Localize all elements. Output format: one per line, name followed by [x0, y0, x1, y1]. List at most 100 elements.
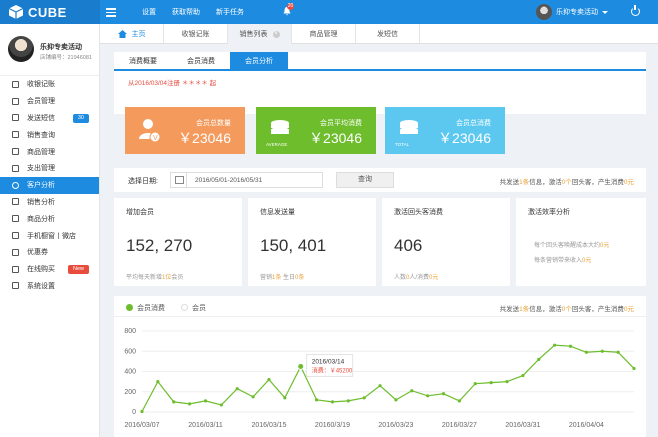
card-label: 会员总消费	[456, 120, 491, 127]
sales-query-icon	[12, 131, 19, 139]
power-icon[interactable]	[631, 5, 640, 16]
stat-value: 150, 401	[260, 236, 327, 255]
summary-text: 共发送	[499, 179, 520, 186]
tab-products[interactable]: 商品管理	[292, 24, 356, 44]
note-text: 人数	[394, 275, 407, 281]
close-icon[interactable]: ×	[272, 30, 280, 38]
sidebar-item[interactable]: 优惠券	[0, 244, 99, 261]
registration-since: 从2016/03/04注册 ＊＊＊＊ 起	[128, 80, 217, 87]
sidebar-item-label: 收银记账	[27, 81, 55, 89]
stat-title: 激活效率分析	[528, 209, 570, 216]
summary-text: 回头客，产生消费	[571, 179, 624, 186]
subtab-member-consumption[interactable]: 会员消费	[172, 52, 230, 69]
tab-cashier[interactable]: 收银记账	[164, 24, 228, 44]
tab-label: 销售列表	[239, 31, 268, 38]
sidebar-item[interactable]: 手机橱窗丨微店	[0, 227, 99, 244]
data-point	[568, 344, 573, 348]
summary-text: 信息，激活	[529, 179, 562, 186]
note-value: 0元	[582, 258, 592, 264]
sidebar-item[interactable]: 商品管理	[0, 143, 99, 160]
sidebar-item[interactable]: 系统设置	[0, 278, 99, 295]
summary-value: 0个	[561, 179, 572, 186]
tab-sales-list[interactable]: 销售列表 ×	[228, 24, 292, 44]
query-button[interactable]: 查询	[336, 172, 394, 188]
data-point	[283, 396, 287, 400]
stat-title: 信息发送量	[260, 209, 295, 216]
sidebar-item[interactable]: 商品分析	[0, 210, 99, 227]
card-sub: AVERAGE	[266, 142, 288, 147]
data-point	[362, 396, 366, 400]
x-tick-label: 2016/03/27	[442, 422, 477, 429]
note-value: 0元	[600, 243, 610, 249]
data-point	[219, 403, 223, 407]
member-icon	[12, 97, 19, 105]
sidebar-item[interactable]: 销售分析	[0, 194, 99, 211]
note-text: 生日	[281, 275, 296, 281]
data-point	[489, 381, 493, 385]
sidebar-item-label: 会员管理	[27, 98, 55, 106]
sidebar-item-label: 商品分析	[27, 215, 55, 223]
stats-row: 增加会员 152, 270 平均每天新增1位会员 信息发送量 150, 401 …	[114, 198, 646, 286]
analysis-panel: 消费概要 会员消费 会员分析 从2016/03/04注册 ＊＊＊＊ 起	[114, 52, 646, 114]
sidebar-item-label: 手机橱窗丨微店	[27, 232, 76, 240]
sidebar-item[interactable]: 发送短信 30	[0, 110, 99, 127]
sidebar-item-label: 在线购买	[27, 266, 55, 274]
data-point	[346, 399, 350, 403]
sidebar-item[interactable]: 客户分析	[0, 176, 99, 194]
data-point	[267, 378, 271, 382]
sidebar-item[interactable]: 收银记账	[0, 76, 99, 93]
stat-returning-customers: 激活回头客消费 406 人数0人/消费0元	[382, 198, 510, 286]
x-tick-label: 2016/04/04	[569, 422, 604, 429]
user-name: 乐抑专卖活动	[556, 9, 598, 16]
nav-help[interactable]: 获取帮助	[172, 7, 200, 17]
sidebar-item-label: 客户分析	[27, 182, 55, 190]
sidebar-badge: New	[67, 264, 89, 274]
tab-sms[interactable]: 发短信	[356, 24, 420, 44]
bell-icon[interactable]: 20	[282, 3, 294, 16]
note-text: 会员	[171, 275, 184, 281]
profile-name: 乐抑专卖活动	[40, 44, 82, 51]
sidebar-item-label: 优惠券	[27, 249, 48, 257]
store-code: 店铺编号：21946081	[40, 55, 92, 61]
notification-count: 20	[287, 3, 294, 10]
coupon-icon	[12, 248, 19, 256]
tab-label: 发短信	[377, 31, 398, 38]
nav-settings[interactable]: 设置	[142, 7, 156, 17]
menu-toggle-icon[interactable]	[106, 6, 116, 18]
efficiency-line: 每个回头客唤醒成本大约0元	[534, 240, 609, 249]
sidebar-item[interactable]: 会员管理	[0, 93, 99, 110]
date-range-value: 2016/05/01-2016/05/31	[195, 176, 263, 184]
date-range-input[interactable]: 2016/05/01-2016/05/31	[170, 172, 323, 188]
data-point	[314, 398, 319, 402]
user-menu[interactable]: 乐抑专卖活动	[536, 4, 608, 20]
sidebar-item[interactable]: 销售查询	[0, 126, 99, 143]
sidebar-item-label: 销售查询	[27, 131, 55, 139]
subtab-overview[interactable]: 消费概要	[114, 52, 172, 69]
nav-tasks[interactable]: 新手任务	[216, 7, 244, 17]
card-total: 会员总消费 ￥23046 TOTAL	[385, 107, 505, 154]
cube-logo-icon	[8, 5, 24, 19]
data-point	[616, 350, 620, 354]
calendar-icon[interactable]	[171, 173, 187, 187]
tab-home-label: 主页	[131, 31, 146, 38]
card-label: 会员总数量	[196, 120, 231, 127]
tab-home[interactable]: 主页	[100, 24, 164, 44]
sidebar-item-label: 系统设置	[27, 282, 55, 290]
cashier-icon	[12, 80, 19, 88]
data-point	[330, 400, 335, 404]
stat-efficiency: 激活效率分析 每个回头客唤醒成本大约0元 每条营销带来收入0元	[516, 198, 646, 286]
app-logo[interactable]: CUBE	[0, 0, 100, 24]
sidebar-item-label: 商品管理	[27, 148, 55, 156]
sidebar-menu: 收银记账会员管理发送短信 30 销售查询商品管理支出管理客户分析销售分析商品分析手机…	[0, 76, 99, 294]
data-point	[188, 402, 192, 406]
sidebar-item[interactable]: 在线购买 New	[0, 261, 99, 278]
sidebar-item[interactable]: 支出管理	[0, 160, 99, 177]
data-point	[521, 373, 525, 378]
efficiency-line: 每条营销带来收入0元	[534, 255, 591, 264]
card-value: ￥23046	[178, 130, 231, 146]
database-icon	[400, 120, 418, 134]
card-label: 会员平均消费	[320, 120, 362, 127]
product-icon	[12, 148, 19, 156]
data-point	[156, 380, 160, 384]
subtab-member-analysis[interactable]: 会员分析	[230, 52, 288, 69]
